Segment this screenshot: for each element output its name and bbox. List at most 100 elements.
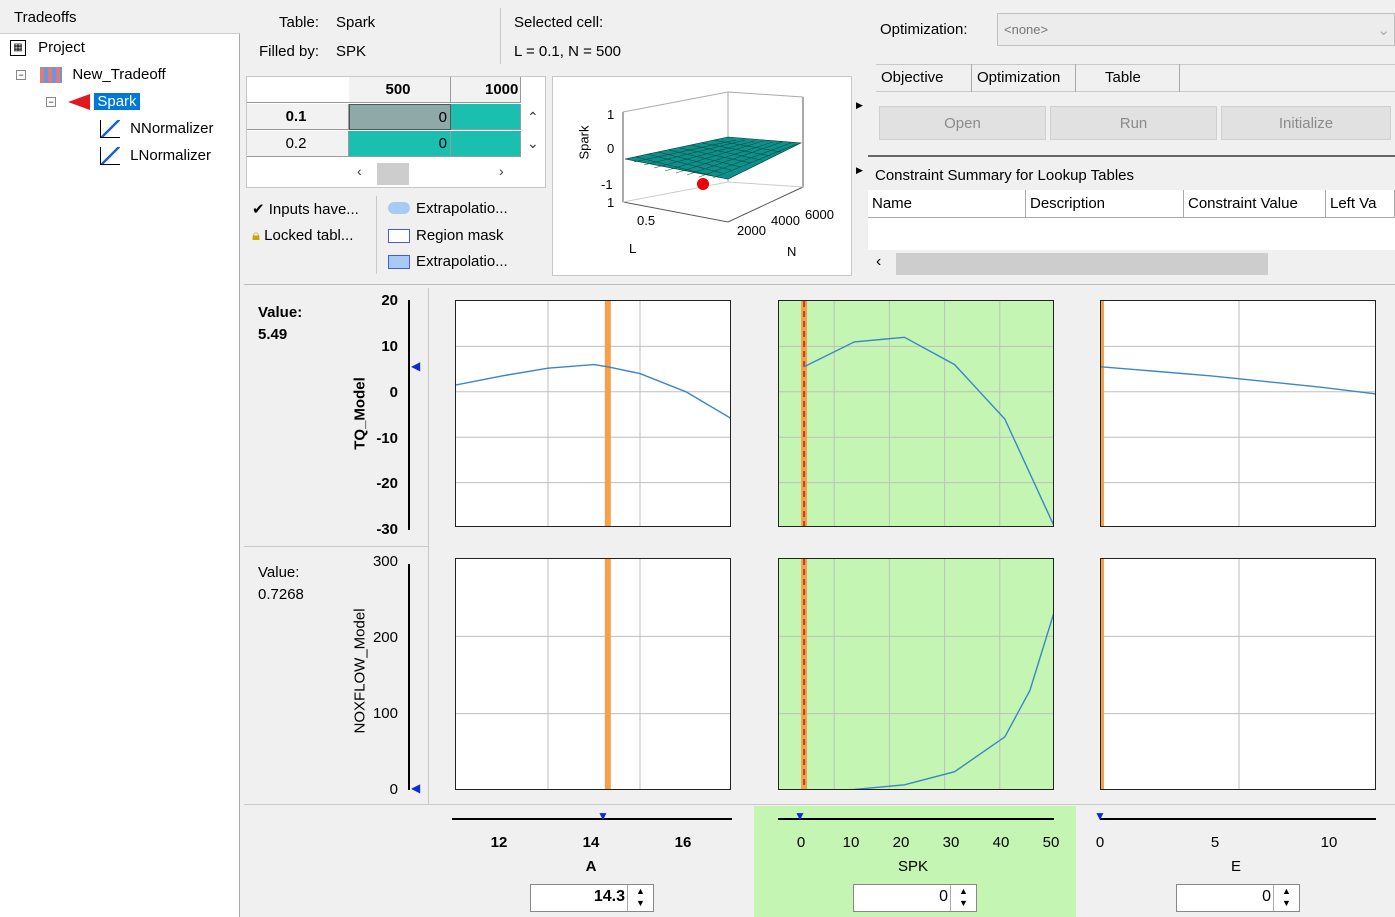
tree-item-project[interactable]: ▦ Project <box>10 34 85 61</box>
scroll-left-icon[interactable]: ‹ <box>876 253 881 271</box>
tradeoff-icon <box>40 67 63 84</box>
x-tick: 12 <box>490 834 508 851</box>
tab-optimization[interactable]: Optimization <box>972 64 1076 92</box>
plot-nox-e[interactable] <box>1100 558 1376 790</box>
divider <box>244 804 1395 805</box>
factor-value-line <box>1101 301 1104 526</box>
row-header[interactable]: 0.2 <box>247 131 349 157</box>
initialize-button[interactable]: Initialize <box>1221 106 1391 140</box>
divider <box>428 288 429 804</box>
scroll-down-icon[interactable]: ⌄ <box>527 135 539 152</box>
y-tick: 0 <box>389 781 398 798</box>
table-cell[interactable]: 0 <box>349 131 451 157</box>
collapse-arrow-icon[interactable]: ▶ <box>856 165 863 176</box>
selected-label: Selected cell: <box>514 14 604 31</box>
plot-tq-e[interactable] <box>1100 300 1376 527</box>
tab-table[interactable]: Table <box>1100 64 1180 92</box>
tree-item-spark[interactable]: − Spark <box>46 88 140 115</box>
stepper-icon[interactable]: ▲ ▼ <box>950 885 976 911</box>
collapse-icon[interactable]: − <box>16 70 26 81</box>
table-cell[interactable]: 0 <box>349 104 451 130</box>
x-tick: 0 <box>1095 834 1105 851</box>
collapse-arrow-icon[interactable]: ▶ <box>856 100 863 111</box>
factor-value-line <box>1101 559 1104 789</box>
factor-e-input[interactable]: 0 ▲ ▼ <box>1176 884 1300 912</box>
x-tick: 10 <box>1320 834 1338 851</box>
y-tick: -20 <box>376 475 398 492</box>
factor-spk-input[interactable]: 0 ▲ ▼ <box>853 884 977 912</box>
column-left-value[interactable]: Left Va <box>1326 190 1395 218</box>
column-header[interactable]: 1000 <box>451 77 521 103</box>
extrapolation-icon <box>388 202 410 214</box>
column-header[interactable]: 500 <box>349 77 451 103</box>
plot-tq-a[interactable] <box>455 300 731 527</box>
y-tick: 200 <box>372 629 398 646</box>
stepper-icon[interactable]: ▲ ▼ <box>627 885 653 911</box>
y-tick: -10 <box>376 430 398 447</box>
input-value: 0 <box>939 888 948 905</box>
plot-nox-spk[interactable] <box>778 558 1054 790</box>
collapse-icon[interactable]: − <box>46 97 56 108</box>
y-tick: 300 <box>372 553 398 570</box>
scroll-left-icon[interactable]: ‹ <box>357 163 362 179</box>
stepper-icon[interactable]: ▲ ▼ <box>1273 885 1299 911</box>
optimization-dropdown[interactable]: <none> ⌄ <box>997 13 1395 46</box>
scroll-right-icon[interactable]: › <box>499 163 504 179</box>
scroll-up-icon[interactable]: ⌃ <box>527 109 539 126</box>
divider <box>376 196 377 274</box>
surface-plot[interactable]: Spark 1 0 -1 1 0.5 L 2000 4000 6000 N <box>552 76 852 276</box>
selected-value: L = 0.1, N = 500 <box>514 43 622 60</box>
table-cell[interactable] <box>451 104 521 130</box>
surface-tick: 0 <box>607 141 615 156</box>
surface-ylabel: L <box>629 241 637 256</box>
legend-item: 🔒︎ Locked tabl... <box>252 227 353 244</box>
table-cell[interactable] <box>451 131 521 157</box>
factor-marker-icon[interactable]: ▼ <box>1094 809 1106 823</box>
filled-value: SPK <box>336 43 367 60</box>
legend-label: Inputs have... <box>268 201 359 218</box>
tree-item-label: Project <box>38 39 85 56</box>
row-header[interactable]: 0.1 <box>247 104 349 130</box>
tree-item-nnormalizer[interactable]: NNormalizer <box>100 115 214 142</box>
value-marker-icon: ◀ <box>411 359 421 373</box>
open-button[interactable]: Open <box>879 106 1046 140</box>
legend-panel: ✔ Inputs have... 🔒︎ Locked tabl... Extra… <box>246 192 546 276</box>
tree-item-new-tradeoff[interactable]: − New_Tradeoff <box>16 61 166 88</box>
table-corner <box>247 77 349 103</box>
tree-item-lnormalizer[interactable]: LNormalizer <box>100 142 211 169</box>
column-name[interactable]: Name <box>868 190 1026 218</box>
column-constraint-value[interactable]: Constraint Value <box>1184 190 1326 218</box>
plot-tq-spk[interactable] <box>778 300 1054 527</box>
factor-a-input[interactable]: 14.3 ▲ ▼ <box>530 884 654 912</box>
plot-nox-a[interactable] <box>455 558 731 790</box>
tree-item-label: Spark <box>94 93 140 110</box>
column-description[interactable]: Description <box>1026 190 1184 218</box>
legend-item: ✔ Inputs have... <box>252 201 359 218</box>
input-value: 14.3 <box>593 888 625 905</box>
scrollbar-thumb[interactable] <box>896 253 1268 275</box>
table-icon <box>68 94 91 111</box>
x-axis-a <box>452 818 732 820</box>
run-button[interactable]: Run <box>1050 106 1217 140</box>
tab-objective[interactable]: Objective <box>876 64 972 92</box>
x-tick: 14 <box>582 834 600 851</box>
x-tick: 5 <box>1210 834 1220 851</box>
surface-svg <box>622 91 804 223</box>
tree-header-label: Tradeoffs <box>14 9 77 26</box>
y-axis <box>408 564 410 790</box>
surface-tick: -1 <box>601 177 613 192</box>
region-mask-icon <box>388 229 410 243</box>
factor-marker-icon[interactable]: ▼ <box>794 809 806 823</box>
response-value: 0.7268 <box>258 586 304 603</box>
surface-tick: 6000 <box>805 207 834 222</box>
tree-header: Tradeoffs <box>0 0 240 34</box>
surface-tick: 1 <box>607 107 615 122</box>
scrollbar-thumb[interactable] <box>377 163 409 185</box>
legend-label: Extrapolatio... <box>416 200 508 217</box>
factor-value-line <box>604 301 611 526</box>
table-value: Spark <box>336 14 376 31</box>
factor-marker-icon[interactable]: ▼ <box>597 809 609 823</box>
legend-label: Extrapolatio... <box>416 253 508 270</box>
table-label: Table: <box>279 14 320 31</box>
y-axis <box>408 300 410 530</box>
